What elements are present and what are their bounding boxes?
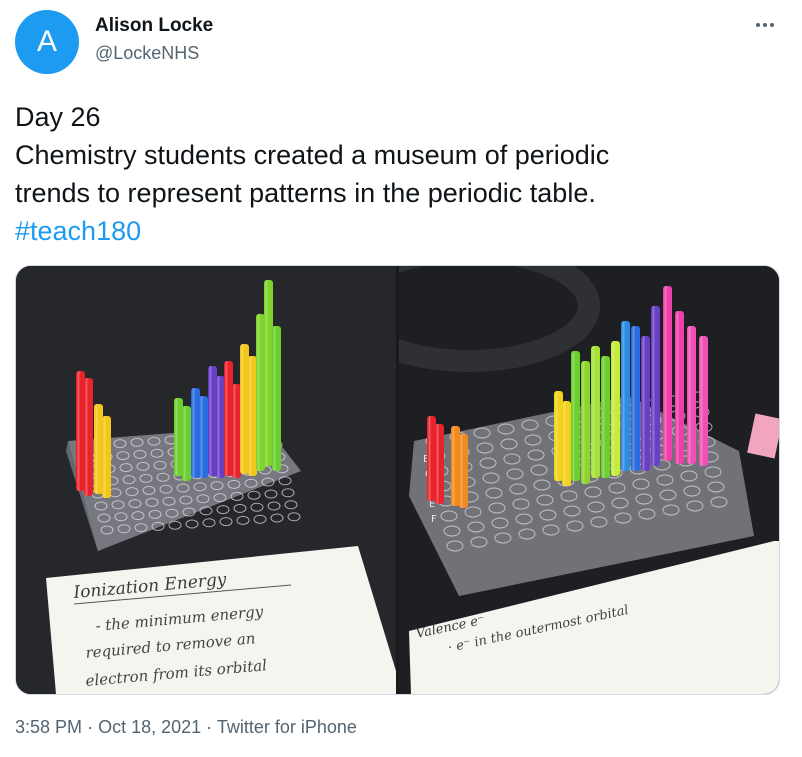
tweet-source[interactable]: Twitter for iPhone	[217, 717, 357, 737]
tweet-media: Ionization Energy - the minimum energy r…	[15, 265, 780, 695]
tweet-time[interactable]: 3:58 PM	[15, 717, 82, 737]
tweet-text: Day 26 Chemistry students created a muse…	[15, 98, 785, 250]
photo-ionization-energy[interactable]: Ionization Energy - the minimum energy r…	[16, 266, 396, 694]
tweet-line: Day 26	[15, 102, 101, 132]
author-display-name[interactable]: Alison Locke	[95, 15, 213, 37]
tweet-footer: 3:58 PM · Oct 18, 2021 · Twitter for iPh…	[15, 717, 357, 738]
more-options-icon[interactable]	[748, 12, 782, 38]
tweet-line: trends to represent patterns in the peri…	[15, 178, 596, 208]
footer-separator: ·	[206, 717, 213, 737]
tweet-date[interactable]: Oct 18, 2021	[98, 717, 201, 737]
svg-text:F: F	[431, 514, 437, 525]
avatar[interactable]: A	[15, 10, 79, 74]
hashtag-link[interactable]: #teach180	[15, 216, 141, 246]
author-handle[interactable]: @LockeNHS	[95, 43, 199, 64]
photo-valence-electrons[interactable]: BCDEF Valence e⁻ · e⁻ in the outermost o…	[399, 266, 779, 694]
avatar-letter: A	[36, 25, 57, 58]
tweet-line: Chemistry students created a museum of p…	[15, 140, 610, 170]
footer-separator: ·	[87, 717, 94, 737]
